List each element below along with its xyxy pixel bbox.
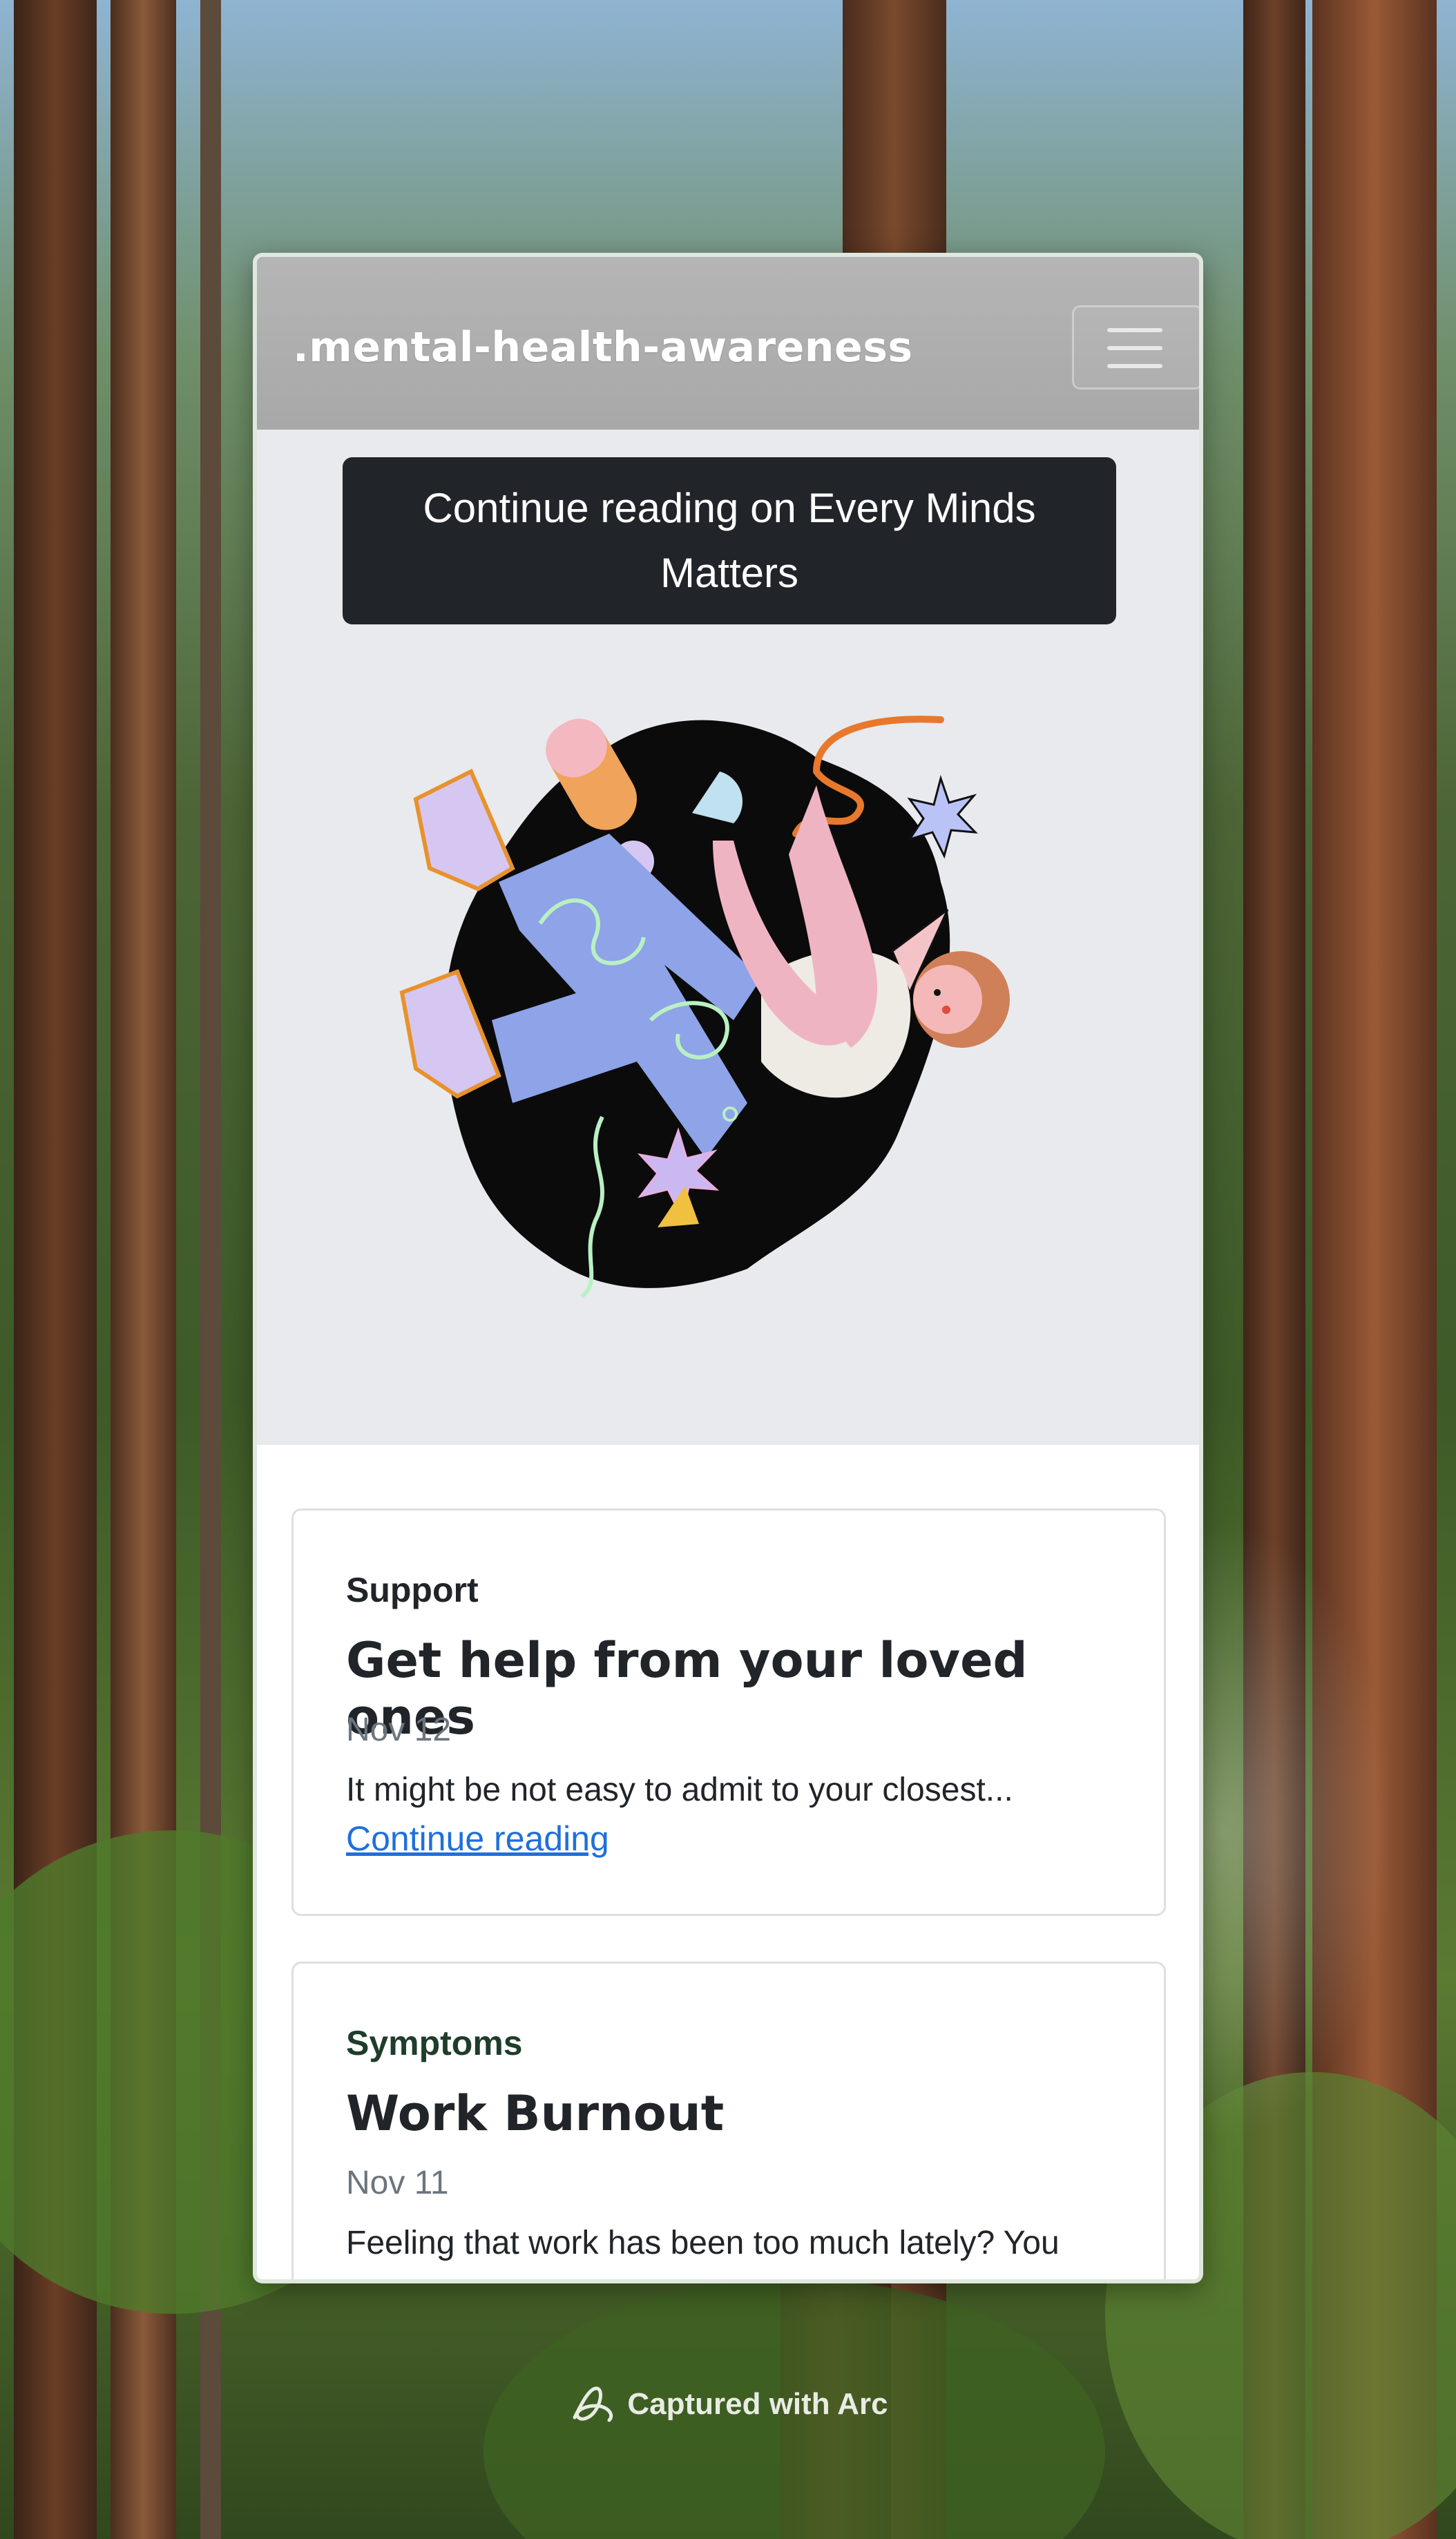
article-excerpt: Feeling that work has been too much late… — [346, 2225, 1060, 2279]
eye — [934, 989, 941, 996]
brand-link[interactable]: .mental-health-awareness — [293, 323, 913, 372]
menu-bar — [1107, 346, 1162, 350]
menu-bar — [1107, 364, 1162, 368]
article-excerpt: It might be not easy to admit to your cl… — [346, 1772, 1013, 1808]
navbar: .mental-health-awareness — [257, 257, 1199, 430]
mouth — [942, 1006, 950, 1014]
article-title: Work Burnout — [346, 2085, 725, 2142]
article-date: Nov 12 — [346, 1712, 452, 1748]
hamburger-menu-icon[interactable] — [1072, 305, 1199, 390]
continue-reading-cta-button[interactable]: Continue reading on Every Minds Matters — [343, 457, 1116, 624]
continue-reading-link[interactable]: Continue reading — [346, 1819, 609, 1859]
article-category: Support — [346, 1571, 479, 1609]
article-date: Nov 11 — [346, 2165, 449, 2201]
article-category: Symptoms — [346, 2024, 523, 2062]
menu-bar — [1107, 328, 1162, 332]
arc-logo-icon — [573, 2386, 613, 2422]
footer-label: Captured with Arc — [627, 2387, 888, 2421]
browser-window: .mental-health-awareness Continue readin… — [253, 253, 1203, 2283]
captured-with-arc: Captured with Arc — [0, 2383, 1456, 2426]
hero-section: Continue reading on Every Minds Matters — [257, 430, 1199, 1445]
article-title: Get help from your loved ones — [346, 1632, 1028, 1745]
article-card: Support Get help from your loved ones No… — [291, 1508, 1166, 1916]
article-card: Symptoms Work Burnout Nov 11 Feeling tha… — [291, 1962, 1166, 2279]
person-floating-illustration — [399, 716, 1010, 1299]
face — [913, 965, 982, 1034]
boot-top — [413, 768, 515, 892]
